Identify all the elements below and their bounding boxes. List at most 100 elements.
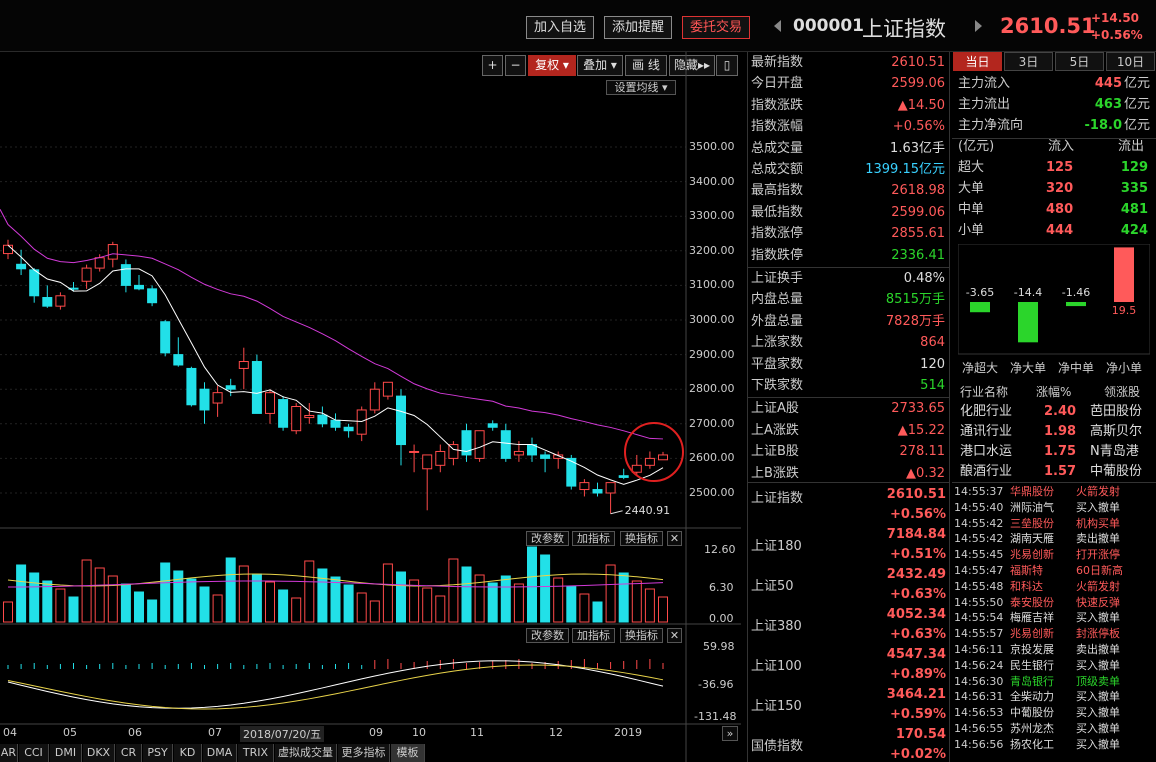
flow-in-value: 444 <box>1046 223 1074 238</box>
industry-row[interactable]: 化肥行业 2.40 芭田股份 <box>958 402 1150 422</box>
ticker-row[interactable]: 14:55:45 兆易创新 打开涨停 <box>954 547 1154 563</box>
macd-y-tick: 59.98 <box>703 640 735 653</box>
industry-row[interactable]: 通讯行业 1.98 高斯贝尔 <box>958 422 1150 442</box>
candle-body <box>42 297 53 307</box>
index-name[interactable]: 上证380 <box>751 615 802 634</box>
indicator-tab[interactable]: KD <box>174 744 202 762</box>
macd-switch-indicator-button[interactable]: 换指标 <box>620 628 663 643</box>
candle-body <box>343 426 354 432</box>
indicator-tab[interactable]: DKX <box>83 744 115 762</box>
flow-out-value: 424 <box>1120 223 1148 238</box>
industry-row[interactable]: 港口水运 1.75 N青岛港 <box>958 442 1150 462</box>
flow-table-row: 大单 320 335 <box>958 179 1150 199</box>
ticker-stock: 湖南天雁 <box>1010 532 1054 546</box>
candle-body <box>238 361 249 369</box>
indicator-tab[interactable]: AR <box>0 744 18 762</box>
ticker-time: 14:56:53 <box>954 706 1004 720</box>
indicator-tab[interactable]: CCI <box>19 744 49 762</box>
indicator-tab[interactable]: 虚拟成交量 <box>275 744 337 762</box>
ticker-stock: 京投发展 <box>1010 643 1054 656</box>
kline-chart-svg[interactable]: 2440.91 <box>0 52 741 762</box>
candle-body <box>186 367 197 406</box>
quote-label: 内盘总量 <box>751 292 804 308</box>
indicator-tab[interactable]: 模板 <box>391 744 425 762</box>
ticker-row[interactable]: 14:56:56 扬农化工 买入撤单 <box>954 737 1154 753</box>
quote-label: 上证B股 <box>751 444 799 460</box>
volume-bar <box>94 567 105 623</box>
ticker-row[interactable]: 14:56:31 全柴动力 买入撤单 <box>954 689 1154 705</box>
ticker-row[interactable]: 14:56:55 苏州龙杰 买入撤单 <box>954 721 1154 737</box>
volume-bar <box>631 580 642 623</box>
ticker-time: 14:55:54 <box>954 611 1004 625</box>
flow-period-tab[interactable]: 3日 <box>1004 52 1053 71</box>
flow-size-label: 超大 <box>958 160 985 175</box>
industry-name: 酿酒行业 <box>960 464 1013 479</box>
index-value: 2432.49 <box>886 567 946 582</box>
price-y-tick: 2900.00 <box>689 347 735 361</box>
indicator-tab[interactable]: DMA <box>203 744 237 762</box>
ticker-row[interactable]: 14:56:11 京投发展 卖出撤单 <box>954 642 1154 658</box>
index-name[interactable]: 上证150 <box>751 695 802 714</box>
ticker-row[interactable]: 14:56:53 中葡股份 买入撤单 <box>954 705 1154 721</box>
scroll-right-icon[interactable]: » <box>722 726 738 741</box>
add-alert-button[interactable]: 添加提醒 <box>604 16 672 39</box>
index-name[interactable]: 上证180 <box>751 535 802 554</box>
prev-stock-icon[interactable] <box>774 20 781 32</box>
ticker-row[interactable]: 14:55:42 湖南天雁 卖出撤单 <box>954 531 1154 547</box>
quote-value: ▲0.32 <box>906 465 945 481</box>
macd-add-indicator-button[interactable]: 加指标 <box>572 628 615 643</box>
ticker-row[interactable]: 14:55:40 洲际油气 买入撤单 <box>954 500 1154 516</box>
indicator-tab[interactable]: TRIX <box>238 744 274 762</box>
volume-bar <box>435 595 446 623</box>
volume-add-indicator-button[interactable]: 加指标 <box>572 531 615 546</box>
ticker-row[interactable]: 14:55:54 梅雁吉祥 买入撤单 <box>954 610 1154 626</box>
indicator-tab[interactable]: DMI <box>50 744 82 762</box>
candle-body <box>356 409 367 435</box>
ticker-row[interactable]: 14:55:37 华鼎股份 火箭发射 <box>954 484 1154 500</box>
candle-body <box>513 450 524 456</box>
quote-row: 上A涨跌 ▲15.22 <box>751 420 947 441</box>
ticker-row[interactable]: 14:55:42 三垒股份 机构买单 <box>954 516 1154 532</box>
index-name[interactable]: 国债指数 <box>751 735 803 754</box>
candle-body <box>16 263 27 270</box>
macd-close-icon[interactable]: ✕ <box>667 628 682 643</box>
quote-row: 上涨家数 864 <box>751 332 947 353</box>
industry-row[interactable]: 酿酒行业 1.57 中葡股份 <box>958 462 1150 482</box>
macd-change-params-button[interactable]: 改参数 <box>526 628 569 643</box>
add-watchlist-button[interactable]: 加入自选 <box>526 16 594 39</box>
indicator-tab[interactable]: 更多指标 <box>338 744 390 762</box>
volume-switch-indicator-button[interactable]: 换指标 <box>620 531 663 546</box>
volume-close-icon[interactable]: ✕ <box>667 531 682 546</box>
ticker-row[interactable]: 14:55:57 兆易创新 封涨停板 <box>954 626 1154 642</box>
industry-pct: 1.75 <box>1044 444 1077 459</box>
next-stock-icon[interactable] <box>975 20 982 32</box>
indicator-tab[interactable]: CR <box>116 744 142 762</box>
index-name[interactable]: 上证100 <box>751 655 802 674</box>
candle-body <box>29 269 40 297</box>
quote-label: 指数跌停 <box>751 247 804 263</box>
indicator-tab[interactable]: PSY <box>143 744 173 762</box>
candle-body <box>278 399 289 428</box>
flow-header-cell: 流出 <box>1118 139 1145 154</box>
ticker-row[interactable]: 14:56:30 青岛银行 顶级卖单 <box>954 674 1154 690</box>
index-name[interactable]: 上证50 <box>751 575 794 594</box>
ticker-stock: 民生银行 <box>1010 658 1054 672</box>
flow-period-tab[interactable]: 当日 <box>953 52 1002 71</box>
quote-label: 指数涨停 <box>751 226 804 242</box>
quote-value: 120 <box>920 356 945 372</box>
index-name[interactable]: 上证指数 <box>751 487 803 506</box>
ticker-time: 14:56:11 <box>954 643 1004 656</box>
index-value: 4052.34 <box>886 607 946 622</box>
price-y-tick: 2600.00 <box>689 451 735 465</box>
industry-name: 港口水运 <box>960 444 1013 459</box>
flow-period-tab[interactable]: 10日 <box>1106 52 1155 71</box>
volume-change-params-button[interactable]: 改参数 <box>526 531 569 546</box>
ticker-row[interactable]: 14:55:47 福斯特 60日新高 <box>954 563 1154 579</box>
ticker-row[interactable]: 14:55:50 泰安股份 快速反弹 <box>954 595 1154 611</box>
ticker-row[interactable]: 14:55:48 和科达 火箭发射 <box>954 579 1154 595</box>
flow-period-tab[interactable]: 5日 <box>1055 52 1104 71</box>
ticker-row[interactable]: 14:56:24 民生银行 买入撤单 <box>954 658 1154 674</box>
candle-body <box>396 395 406 446</box>
quote-label: 最新指数 <box>751 55 804 70</box>
trade-button[interactable]: 委托交易 <box>682 16 750 39</box>
